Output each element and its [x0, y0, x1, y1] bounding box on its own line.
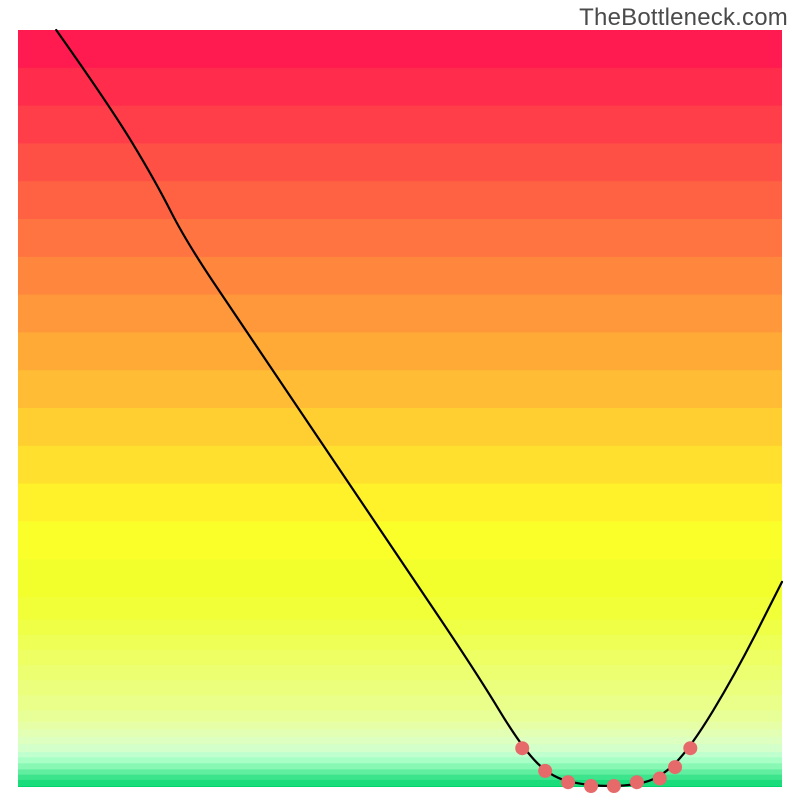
gradient-row — [18, 521, 782, 560]
gradient-row — [18, 757, 782, 764]
optimal-marker — [515, 741, 529, 755]
optimal-marker — [561, 775, 575, 789]
gradient-row — [18, 710, 782, 722]
gradient-row — [18, 30, 782, 69]
gradient-row — [18, 181, 782, 220]
gradient-row — [18, 737, 782, 746]
optimal-marker — [668, 760, 682, 774]
gradient-row — [18, 408, 782, 447]
gradient-row — [18, 143, 782, 182]
gradient-row — [18, 780, 782, 787]
bottleneck-chart — [0, 0, 800, 800]
gradient-row — [18, 370, 782, 409]
gradient-row — [18, 680, 782, 696]
gradient-row — [18, 484, 782, 523]
gradient-row — [18, 446, 782, 485]
gradient-row — [18, 729, 782, 738]
gradient-row — [18, 722, 782, 731]
optimal-marker — [653, 771, 667, 785]
gradient-row — [18, 744, 782, 753]
gradient-row — [18, 295, 782, 334]
gradient-row — [18, 786, 782, 787]
gradient-row — [18, 106, 782, 145]
gradient-row — [18, 559, 782, 598]
optimal-marker — [683, 741, 697, 755]
gradient-row — [18, 219, 782, 258]
optimal-marker — [607, 779, 621, 793]
optimal-marker — [584, 779, 598, 793]
gradient-row — [18, 68, 782, 107]
gradient-row — [18, 332, 782, 371]
optimal-marker — [538, 764, 552, 778]
optimal-marker — [630, 775, 644, 789]
gradient-row — [18, 635, 782, 651]
gradient-row — [18, 695, 782, 711]
gradient-row — [18, 257, 782, 296]
gradient-row — [18, 620, 782, 636]
gradient-row — [18, 665, 782, 681]
chart-container: TheBottleneck.com — [0, 0, 800, 800]
gradient-row — [18, 597, 782, 621]
gradient-row — [18, 650, 782, 666]
